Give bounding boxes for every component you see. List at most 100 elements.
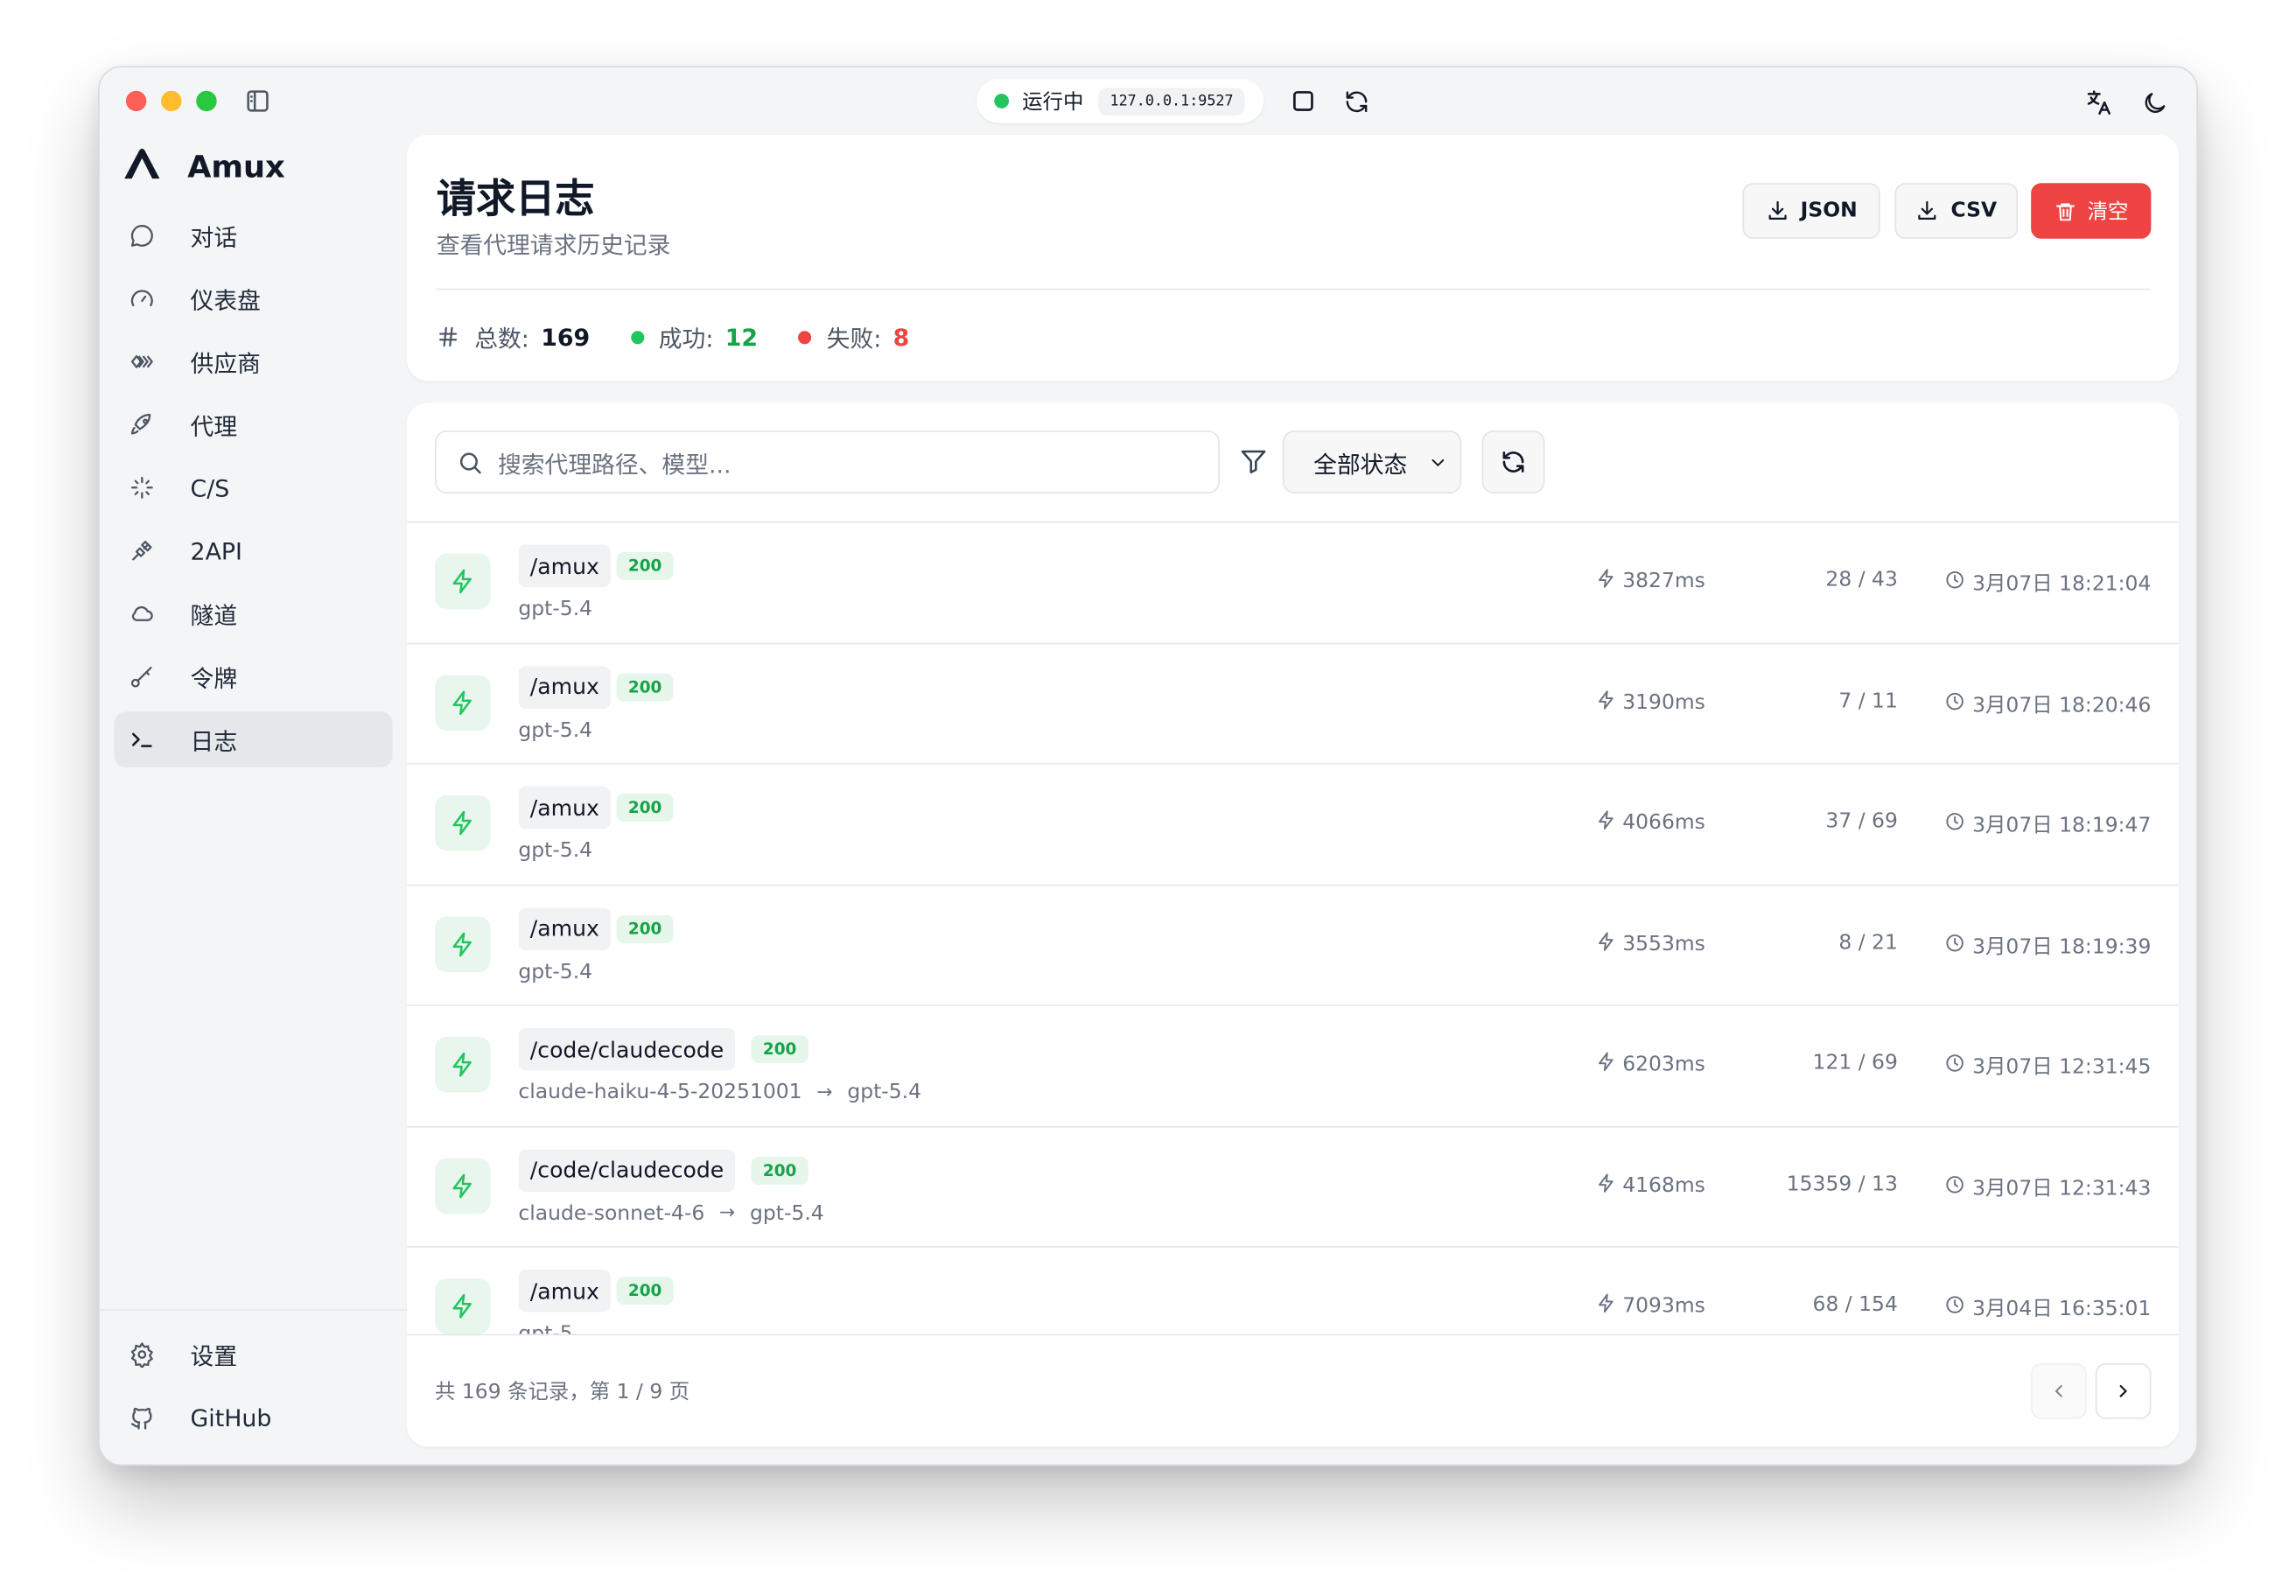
timestamp-value: 3月07日 18:20:46 (1972, 693, 2152, 718)
search-input[interactable]: 搜索代理路径、模型... (435, 430, 1221, 494)
latency-icon (1596, 931, 1622, 957)
table-row[interactable]: /code/claudecode 200 claude-sonnet-4-6 → gpt… (407, 1127, 2180, 1248)
export-csv-label: CSV (1950, 199, 1998, 223)
latency: 3553ms (1596, 931, 1705, 957)
sidebar-item-tokens[interactable]: 令牌 (115, 648, 393, 704)
pagination-summary: 共 169 条记录，第 1 / 9 页 (435, 1381, 690, 1404)
latency-icon (1596, 689, 1622, 715)
timestamp: 3月07日 18:20:46 (1944, 689, 2151, 718)
clock-icon (1944, 570, 1972, 596)
latency-value: 3190ms (1622, 690, 1705, 714)
plug-icon (129, 537, 155, 564)
filter-icon (1239, 446, 1268, 475)
table-row[interactable]: /amux 200 gpt-5.4 3827ms 28 / 43 3月07日 18:21:… (407, 522, 2180, 644)
model-name: gpt-5 (518, 1322, 573, 1334)
sidebar-item-github[interactable]: GitHub (115, 1390, 393, 1446)
table-row[interactable]: /amux 200 gpt-5.4 3190ms 7 / 11 3月07日 18:20:4… (407, 644, 2180, 765)
request-path: /amux (518, 1269, 612, 1312)
table-row[interactable]: /amux 200 gpt-5 7093ms 68 / 154 3月04日 16:35:0… (407, 1248, 2179, 1334)
model-info: gpt-5.4 (518, 960, 592, 984)
latency-icon (1596, 1293, 1622, 1320)
export-csv-button[interactable]: CSV (1894, 183, 2019, 239)
brand: Amux (123, 148, 285, 186)
clear-logs-button[interactable]: 清空 (2031, 183, 2152, 239)
table-row[interactable]: /amux 200 gpt-5.4 4066ms 37 / 69 3月07日 18:19:… (407, 765, 2180, 886)
status-badge: 200 (616, 914, 674, 942)
table-row[interactable]: /amux 200 gpt-5.4 3553ms 8 / 21 3月07日 18:19:3… (407, 886, 2180, 1006)
timestamp: 3月07日 18:19:39 (1944, 931, 2151, 960)
server-status-pill: 运行中 127.0.0.1:9527 (976, 79, 1264, 123)
header-divider (436, 288, 2150, 290)
timestamp-value: 3月07日 18:19:47 (1972, 814, 2152, 838)
cloud-icon (129, 600, 155, 626)
sidebar-item-proxy[interactable]: 代理 (115, 397, 393, 453)
sidebar-toggle-icon[interactable] (243, 87, 272, 116)
success-dot (630, 330, 645, 344)
export-json-button[interactable]: JSON (1742, 183, 1880, 239)
latency: 3827ms (1596, 568, 1705, 594)
clock-icon (1944, 811, 1972, 837)
token-counts: 121 / 69 (1812, 1051, 1898, 1075)
zap-icon (435, 553, 491, 610)
sidebar-item-providers[interactable]: 供应商 (115, 334, 393, 390)
status-filter-value: 全部状态 (1313, 450, 1408, 479)
refresh-logs-button[interactable] (1481, 430, 1545, 494)
request-path: /code/claudecode (518, 1027, 736, 1071)
sidebar-bottom-nav: 设置 GitHub (115, 1326, 393, 1452)
moon-icon[interactable] (2138, 87, 2170, 119)
zoom-window-button[interactable] (196, 90, 217, 112)
reload-icon[interactable] (1341, 87, 1370, 116)
timestamp: 3月07日 18:19:47 (1944, 809, 2151, 838)
request-path: /amux (518, 665, 612, 709)
clock-icon (1944, 1294, 1972, 1320)
token-counts: 37 / 69 (1825, 809, 1898, 834)
sidebar-item-label: 代理 (190, 412, 238, 441)
model-name: gpt-5.4 (518, 838, 593, 863)
sidebar-item-label: 对话 (190, 224, 238, 252)
model-name: gpt-5.4 (518, 959, 593, 984)
search-icon (459, 452, 481, 473)
clock-icon (1944, 1173, 1972, 1200)
stat-fail-value: 8 (892, 323, 910, 351)
stat-fail: 失败: 8 (798, 319, 910, 354)
model-name: claude-haiku-4-5-20251001 (518, 1081, 802, 1104)
request-path: /amux (518, 544, 612, 588)
sidebar-item-chat[interactable]: 对话 (115, 208, 393, 264)
status-filter-select[interactable]: 全部状态 (1282, 430, 1462, 494)
stat-success-value: 12 (724, 323, 759, 351)
gauge-icon (129, 285, 155, 312)
clock-icon (1944, 690, 1972, 717)
stat-success-label: 成功: (658, 325, 714, 354)
zap-icon (435, 1278, 491, 1334)
prev-page-button[interactable] (2031, 1363, 2087, 1419)
sidebar-item-dashboard[interactable]: 仪表盘 (115, 271, 393, 327)
sidebar-item-cs[interactable]: C/S (115, 459, 393, 515)
table-row[interactable]: /code/claudecode 200 claude-haiku-4-5-2025… (407, 1006, 2180, 1127)
app-window: 运行中 127.0.0.1:9527 Amux 对话 仪表盘 供应商 代理 C/… (98, 66, 2198, 1466)
timestamp-value: 3月04日 16:35:01 (1972, 1297, 2152, 1321)
translate-icon[interactable] (2082, 87, 2115, 119)
status-badge: 200 (616, 794, 674, 822)
page-header-card: 请求日志 查看代理请求历史记录 JSON CSV 清空 总数: 169 成功: … (407, 134, 2180, 382)
timestamp-value: 3月07日 12:31:45 (1972, 1055, 2152, 1080)
next-page-button[interactable] (2095, 1363, 2152, 1419)
sidebar-item-label: 隧道 (190, 601, 238, 630)
sidebar-item-logs[interactable]: 日志 (114, 711, 393, 767)
status-badge: 200 (616, 551, 674, 580)
clock-icon (1944, 1053, 1972, 1079)
sidebar-item-label: 仪表盘 (190, 287, 261, 315)
close-window-button[interactable] (125, 90, 147, 112)
sidebar-item-settings[interactable]: 设置 (115, 1326, 393, 1382)
sidebar-item-tunnel[interactable]: 隧道 (115, 585, 393, 641)
server-status-text: 运行中 (1022, 90, 1084, 115)
minimize-window-button[interactable] (161, 90, 182, 112)
sidebar-item-2api[interactable]: 2API (115, 522, 393, 578)
latency-icon (1596, 1172, 1622, 1199)
token-counts: 7 / 11 (1838, 689, 1898, 713)
terminal-icon (129, 726, 155, 752)
status-badge: 200 (751, 1156, 808, 1185)
window-square-icon[interactable] (1289, 87, 1318, 116)
status-badge: 200 (616, 672, 674, 701)
hash-icon (439, 326, 458, 347)
amux-logo-icon (123, 148, 162, 186)
